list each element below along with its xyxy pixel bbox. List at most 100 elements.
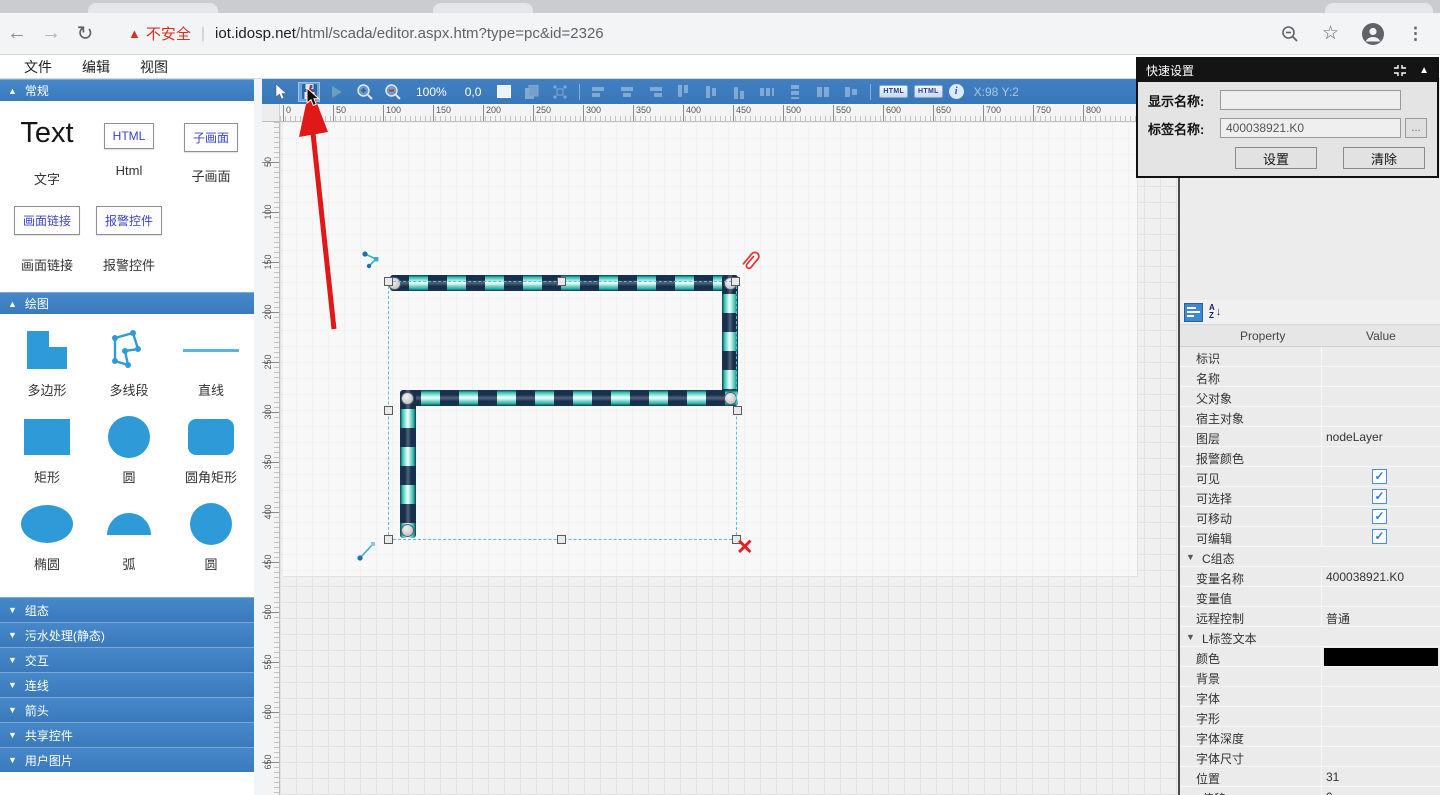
palette-item-rounded[interactable]: 圆角矩形 — [170, 413, 252, 486]
property-value[interactable]: 普通 — [1326, 610, 1350, 627]
design-canvas[interactable]: ✕ — [280, 122, 1178, 795]
set-button[interactable]: 设置 — [1235, 147, 1317, 169]
tag-name-input[interactable] — [1220, 118, 1401, 138]
palette-item-html[interactable]: HTML Html — [88, 111, 170, 188]
palette-item-screen-link[interactable]: 画面链接 画面链接 — [6, 198, 88, 274]
resize-handle-s[interactable] — [557, 535, 566, 544]
back-icon[interactable]: ← — [0, 22, 34, 45]
same-width-icon[interactable] — [812, 82, 834, 102]
resize-handle-nw[interactable] — [384, 277, 393, 286]
copy-icon[interactable] — [521, 82, 543, 102]
sidebar-section-6[interactable]: ▼箭头 — [0, 697, 262, 722]
palette-item-arc[interactable]: 弧 — [88, 500, 170, 573]
dock-panel-icon[interactable] — [1393, 64, 1407, 77]
forward-icon[interactable]: → — [34, 22, 68, 45]
browser-menu-icon[interactable]: ⋮ — [1407, 24, 1424, 44]
sidebar-section-5[interactable]: ▼连线 — [0, 672, 262, 697]
menu-item-0[interactable]: 文件 — [18, 55, 58, 79]
align-bottom-icon[interactable] — [728, 82, 750, 102]
sidebar-section-8[interactable]: ▼用户图片 — [0, 747, 262, 772]
clear-button[interactable]: 清除 — [1343, 147, 1425, 169]
preview-html-icon[interactable]: HTML — [914, 85, 943, 98]
screen-link-tool-preview[interactable]: 画面链接 — [14, 206, 80, 235]
property-row[interactable]: 位置31 — [1180, 767, 1440, 787]
sidebar-scrollbar[interactable] — [254, 79, 262, 795]
property-row[interactable]: 字体深度 — [1180, 727, 1440, 747]
property-row[interactable]: 远程控制普通 — [1180, 607, 1440, 627]
group-collapse-icon[interactable]: ▼ — [1186, 632, 1195, 642]
property-row[interactable]: 宿主对象 — [1180, 407, 1440, 427]
resize-handle-w[interactable] — [384, 406, 393, 415]
same-height-icon[interactable] — [840, 82, 862, 102]
canvas-settings-icon[interactable] — [493, 82, 515, 102]
property-checkbox[interactable]: ✓ — [1372, 469, 1387, 484]
info-icon[interactable]: i — [949, 84, 964, 99]
align-h-center-icon[interactable] — [616, 82, 638, 102]
palette-item-circle[interactable]: 圆 — [170, 500, 252, 573]
quick-settings-header[interactable]: 快速设置 ▲ — [1138, 59, 1437, 82]
resize-handle-n[interactable] — [557, 277, 566, 286]
display-name-input[interactable] — [1220, 90, 1401, 110]
zoom-out-icon[interactable] — [382, 82, 404, 102]
property-checkbox[interactable]: ✓ — [1372, 529, 1387, 544]
resize-handle-e[interactable] — [733, 406, 742, 415]
property-row[interactable]: 变量名称400038921.K0 — [1180, 567, 1440, 587]
align-left-icon[interactable] — [588, 82, 610, 102]
sidebar-section-2[interactable]: ▼组态 — [0, 597, 262, 622]
property-row[interactable]: x偏移0 — [1180, 787, 1440, 795]
menu-item-1[interactable]: 编辑 — [76, 55, 116, 79]
edit-vertices-icon[interactable] — [360, 249, 382, 271]
delete-node-icon[interactable]: ✕ — [736, 535, 754, 560]
property-row[interactable]: 可移动✓ — [1180, 507, 1440, 527]
sidebar-section-draw[interactable]: ▲ 绘图 — [0, 292, 262, 314]
property-row[interactable]: 变量值 — [1180, 587, 1440, 607]
palette-item-alarm-widget[interactable]: 报警控件 报警控件 — [88, 198, 170, 274]
palette-item-ellipse[interactable]: 椭圆 — [6, 500, 88, 573]
select-tool-icon[interactable] — [270, 82, 292, 102]
sidebar-section-general[interactable]: ▲ 常规 — [0, 79, 262, 101]
browser-tab[interactable] — [1325, 3, 1433, 13]
collapse-panel-icon[interactable]: ▲ — [1419, 65, 1429, 76]
property-row[interactable]: 可见✓ — [1180, 467, 1440, 487]
align-v-center-icon[interactable] — [700, 82, 722, 102]
distribute-v-icon[interactable] — [784, 82, 806, 102]
profile-avatar-icon[interactable] — [1361, 22, 1385, 46]
color-swatch[interactable] — [1324, 648, 1438, 666]
subframe-tool-preview[interactable]: 子画面 — [184, 123, 238, 152]
security-warning-label[interactable]: 不安全 — [146, 23, 191, 44]
align-top-icon[interactable] — [672, 82, 694, 102]
palette-item-text[interactable]: Text 文字 — [6, 111, 88, 188]
run-preview-icon[interactable] — [326, 82, 348, 102]
resize-handle-sw[interactable] — [384, 535, 393, 544]
sidebar-section-3[interactable]: ▼污水处理(静态) — [0, 622, 262, 647]
palette-item-circle[interactable]: 圆 — [88, 413, 170, 486]
property-row[interactable]: 颜色 — [1180, 647, 1440, 667]
export-html-icon[interactable]: HTML — [879, 85, 908, 98]
menu-item-2[interactable]: 视图 — [134, 55, 174, 79]
browse-tag-button[interactable]: ... — [1405, 118, 1427, 138]
address-bar[interactable]: ▲ 不安全 | iot.idosp.net/html/scada/editor.… — [128, 23, 1280, 44]
bookmark-star-icon[interactable]: ☆ — [1322, 22, 1339, 45]
rotate-handle-icon[interactable] — [356, 540, 378, 562]
alarm-widget-tool-preview[interactable]: 报警控件 — [96, 206, 162, 235]
sidebar-section-4[interactable]: ▼交互 — [0, 647, 262, 672]
palette-item-polygon[interactable]: 多边形 — [6, 326, 88, 399]
property-row[interactable]: 名称 — [1180, 367, 1440, 387]
security-warning-icon[interactable]: ▲ — [128, 26, 141, 41]
property-row[interactable]: 背景 — [1180, 667, 1440, 687]
categorized-view-icon[interactable] — [1184, 303, 1203, 322]
group-icon[interactable] — [549, 82, 571, 102]
palette-item-line[interactable]: 直线 — [170, 326, 252, 399]
zoom-in-icon[interactable] — [354, 82, 376, 102]
property-checkbox[interactable]: ✓ — [1372, 509, 1387, 524]
property-row[interactable]: 字形 — [1180, 707, 1440, 727]
property-group-row[interactable]: ▼L标签文本 — [1180, 627, 1440, 647]
align-right-icon[interactable] — [644, 82, 666, 102]
property-value[interactable]: nodeLayer — [1326, 430, 1383, 444]
resize-handle-ne[interactable] — [731, 277, 740, 286]
sidebar-section-7[interactable]: ▼共享控件 — [0, 722, 262, 747]
property-checkbox[interactable]: ✓ — [1372, 489, 1387, 504]
reload-icon[interactable]: ↻ — [68, 21, 102, 46]
attach-link-icon[interactable] — [738, 248, 764, 274]
palette-item-polyline[interactable]: 多线段 — [88, 326, 170, 399]
